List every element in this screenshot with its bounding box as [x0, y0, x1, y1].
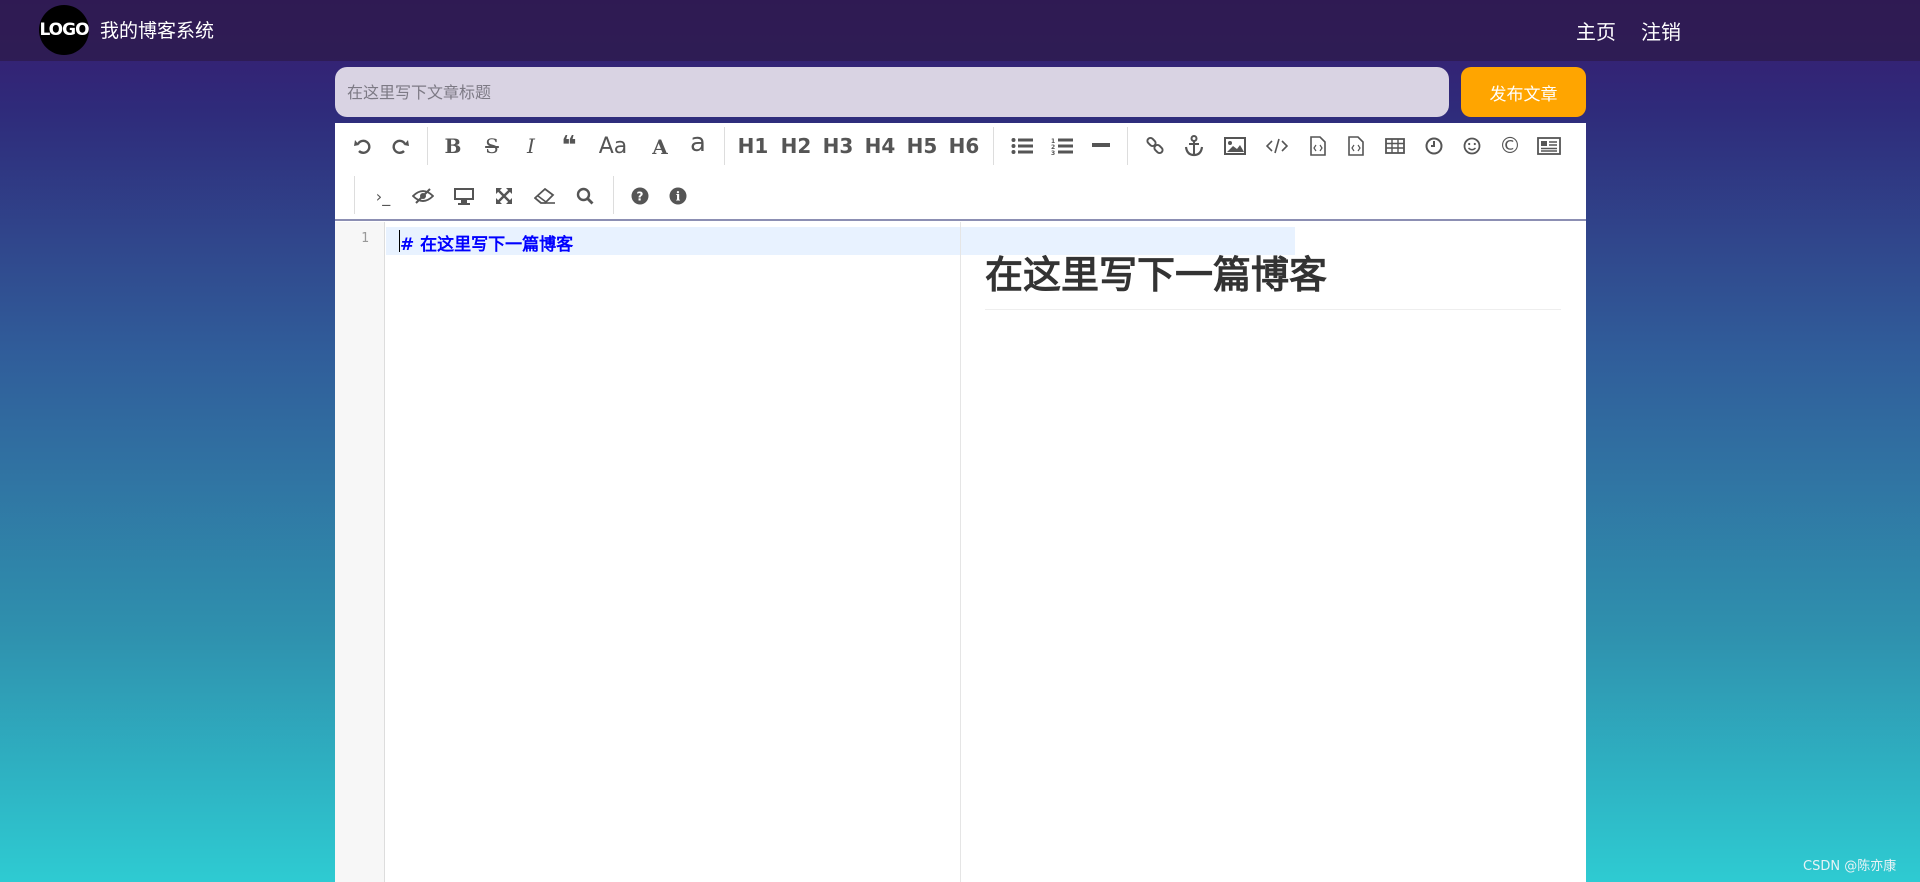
eye-slash-icon[interactable] [405, 178, 441, 214]
article-title-input[interactable] [335, 67, 1449, 117]
watermark: CSDN @陈亦康 [1803, 859, 1897, 874]
nav-logout-link[interactable]: 注销 [1641, 16, 1681, 45]
table-icon[interactable] [1377, 128, 1413, 164]
toolbar-divider [1127, 127, 1128, 165]
pane-divider[interactable] [960, 222, 961, 882]
logo[interactable]: LOGO [39, 5, 90, 55]
horizontal-rule-icon[interactable] [1083, 128, 1119, 164]
help-icon[interactable]: ? [622, 178, 658, 214]
pagebreak-icon[interactable] [1531, 128, 1567, 164]
site-title: 我的博客系统 [100, 20, 215, 42]
fullscreen-icon[interactable] [486, 178, 522, 214]
anchor-icon[interactable] [1176, 128, 1212, 164]
line-number: 1 [361, 231, 369, 246]
top-navbar: LOGO 我的博客系统 主页 注销 [0, 0, 1920, 61]
terminal-icon[interactable]: ›_ [365, 178, 401, 214]
line-gutter [335, 222, 385, 882]
h1-button[interactable]: H1 [733, 128, 773, 164]
code-line[interactable]: # 在这里写下一篇博客 [400, 230, 573, 255]
text-cursor [399, 230, 400, 252]
undo-icon[interactable] [345, 128, 381, 164]
uppercase-a-icon[interactable]: A [642, 129, 678, 165]
markdown-editor: B S I ❝ Aa A a H1 H2 H3 H4 H5 H6 123 © ›… [335, 123, 1586, 882]
emoji-icon[interactable] [1454, 128, 1490, 164]
h5-button[interactable]: H5 [902, 128, 942, 164]
publish-button[interactable]: 发布文章 [1461, 67, 1586, 117]
lowercase-icon[interactable]: a [680, 125, 716, 161]
toolbar-divider [724, 127, 725, 165]
quote-icon[interactable]: ❝ [551, 128, 587, 164]
html-entities-icon[interactable]: © [1492, 128, 1528, 164]
uppercase-icon[interactable]: Aa [592, 128, 634, 164]
h4-button[interactable]: H4 [860, 128, 900, 164]
svg-text:i: i [676, 190, 681, 204]
svg-text:?: ? [637, 190, 644, 204]
image-icon[interactable] [1217, 128, 1253, 164]
info-icon[interactable]: i [660, 178, 696, 214]
toolbar-divider [354, 176, 355, 214]
toolbar-divider [427, 127, 428, 165]
desktop-icon[interactable] [446, 178, 482, 214]
preview-heading: 在这里写下一篇博客 [985, 244, 1561, 310]
toolbar-divider [993, 127, 994, 165]
svg-text:3: 3 [1051, 150, 1055, 155]
nav-home-link[interactable]: 主页 [1576, 16, 1616, 45]
unordered-list-icon[interactable] [1004, 128, 1040, 164]
ordered-list-icon[interactable]: 123 [1044, 128, 1080, 164]
bold-icon[interactable]: B [435, 128, 471, 164]
italic-icon[interactable]: I [513, 128, 549, 164]
toolbar-divider [613, 176, 614, 214]
h3-button[interactable]: H3 [818, 128, 858, 164]
h6-button[interactable]: H6 [944, 128, 984, 164]
eraser-icon[interactable] [527, 178, 563, 214]
preformatted-icon[interactable] [1338, 128, 1374, 164]
editor-toolbar: B S I ❝ Aa A a H1 H2 H3 H4 H5 H6 123 © ›… [335, 123, 1586, 221]
code-block-icon[interactable] [1300, 128, 1336, 164]
link-icon[interactable] [1137, 128, 1173, 164]
search-icon[interactable] [567, 178, 603, 214]
datetime-icon[interactable] [1416, 128, 1452, 164]
redo-icon[interactable] [382, 128, 418, 164]
h2-button[interactable]: H2 [776, 128, 816, 164]
strikethrough-icon[interactable]: S [474, 128, 510, 164]
code-icon[interactable] [1259, 128, 1295, 164]
